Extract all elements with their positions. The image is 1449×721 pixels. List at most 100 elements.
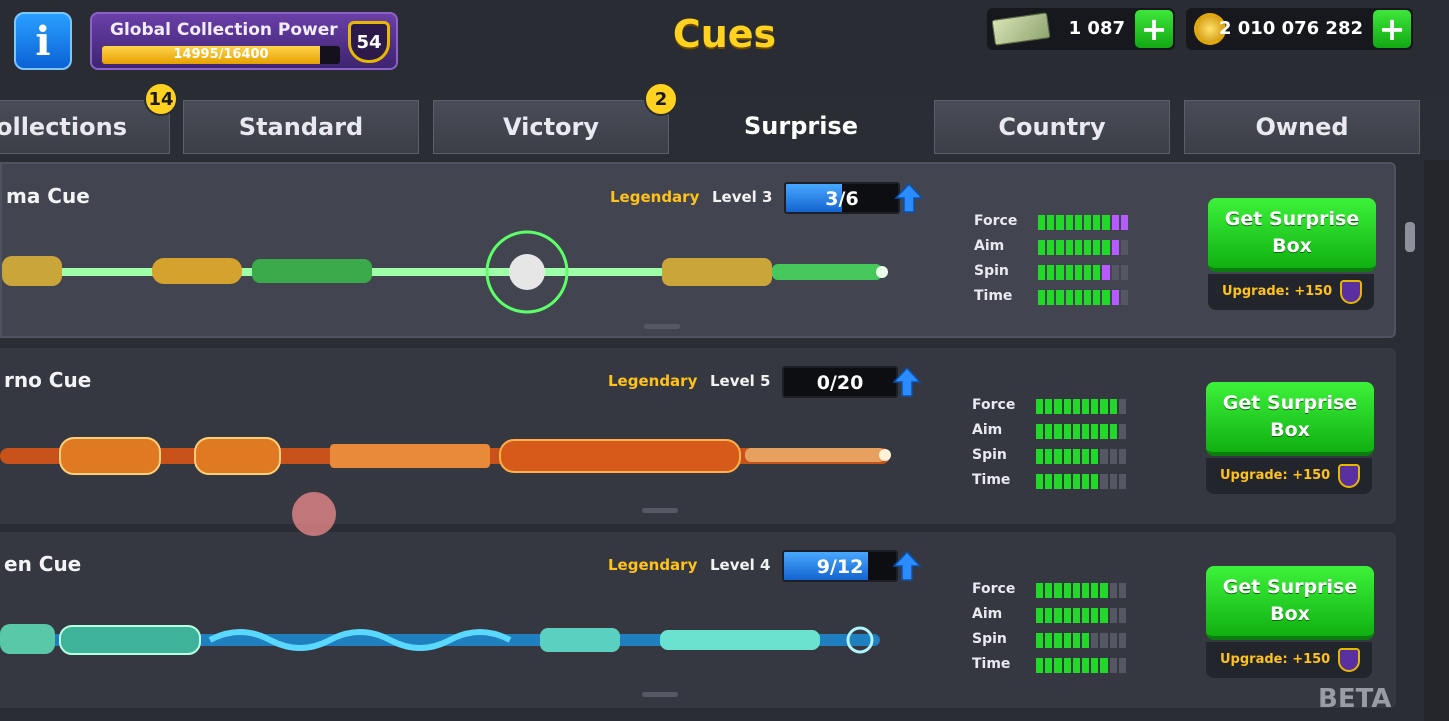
stat-segment xyxy=(1072,399,1081,414)
upgrade-text: Upgrade: +150 xyxy=(1222,284,1333,299)
stat-segment xyxy=(1093,265,1101,280)
stat-segment xyxy=(1072,633,1081,648)
stat-segment xyxy=(1063,608,1071,623)
stat-segment xyxy=(1102,265,1110,280)
stat-segment xyxy=(1120,240,1129,255)
upgrade-text: Upgrade: +150 xyxy=(1220,468,1331,483)
stat-bar xyxy=(1036,608,1127,623)
upgrade-arrow-icon xyxy=(892,366,922,397)
get-surprise-box-button[interactable]: Get Surprise Box xyxy=(1208,198,1376,272)
stat-segment xyxy=(1056,265,1064,280)
stat-segment xyxy=(1100,583,1108,598)
stat-segment xyxy=(1063,658,1071,673)
stat-bar xyxy=(1036,474,1127,489)
stat-segment xyxy=(1109,633,1117,648)
stat-segment xyxy=(1054,399,1062,414)
tab-collections[interactable]: ollections xyxy=(0,100,170,154)
stat-bar xyxy=(1038,240,1129,255)
shield-icon xyxy=(1338,648,1360,672)
add-cash-button[interactable]: + xyxy=(1135,10,1173,48)
stat-segment xyxy=(1072,583,1081,598)
stat-segment xyxy=(1072,474,1081,489)
drag-handle[interactable] xyxy=(642,692,678,697)
tab-surprise[interactable]: Surprise xyxy=(686,96,916,156)
stat-bar xyxy=(1038,215,1129,230)
button-label: Get Surprise Box xyxy=(1222,576,1358,625)
stat-segment xyxy=(1045,399,1053,414)
stat-segment xyxy=(1082,608,1090,623)
stat-segment xyxy=(1109,449,1117,464)
stat-bar xyxy=(1036,449,1127,464)
stat-segment xyxy=(1036,658,1044,673)
stat-segment xyxy=(1063,474,1071,489)
stat-segment xyxy=(1063,583,1071,598)
shield-icon xyxy=(1338,464,1360,488)
badge-value: 14 xyxy=(148,88,174,110)
coins-counter: 2 010 076 282 + xyxy=(1186,8,1413,50)
stat-segment xyxy=(1100,658,1108,673)
stat-bar xyxy=(1036,399,1127,414)
tab-victory[interactable]: Victory xyxy=(433,100,669,154)
plus-icon: + xyxy=(1378,10,1406,48)
cash-icon xyxy=(991,12,1051,46)
stat-segment xyxy=(1102,240,1110,255)
stat-aim: Aim xyxy=(972,603,1142,628)
stat-segment xyxy=(1074,215,1083,230)
tab-country[interactable]: Country xyxy=(934,100,1170,154)
get-surprise-box-button[interactable]: Get Surprise Box xyxy=(1206,382,1374,456)
stat-label: Force xyxy=(972,397,1016,413)
tab-owned[interactable]: Owned xyxy=(1184,100,1420,154)
stat-label: Spin xyxy=(972,631,1007,647)
cue-progress-text: 3/6 xyxy=(825,188,859,210)
upgrade-info: Upgrade: +150 xyxy=(1206,458,1372,494)
cash-counter: 1 087 + xyxy=(987,8,1175,50)
stat-label: Aim xyxy=(972,422,1003,438)
get-surprise-box-button[interactable]: Get Surprise Box xyxy=(1206,566,1374,640)
scroll-track xyxy=(1424,160,1449,721)
stat-segment xyxy=(1111,290,1119,305)
cue-stats: Force Aim Spin Time xyxy=(972,394,1142,494)
cue-row[interactable]: ma Cue Legendary Level 3 3/6 Force Aim S… xyxy=(0,162,1396,338)
stat-segment xyxy=(1045,474,1053,489)
stat-segment xyxy=(1036,424,1044,439)
stat-segment xyxy=(1082,583,1090,598)
stat-segment xyxy=(1100,424,1108,439)
cue-image xyxy=(2,230,888,314)
stat-segment xyxy=(1063,449,1071,464)
stat-segment xyxy=(1065,290,1073,305)
stat-segment xyxy=(1093,215,1101,230)
stat-segment xyxy=(1054,474,1062,489)
scrollbar[interactable] xyxy=(1405,222,1415,252)
stat-segment xyxy=(1082,399,1090,414)
stat-segment xyxy=(1100,449,1108,464)
stat-time: Time xyxy=(972,469,1142,494)
stat-segment xyxy=(1074,240,1083,255)
stat-segment xyxy=(1072,424,1081,439)
add-coins-button[interactable]: + xyxy=(1373,10,1411,48)
tab-standard[interactable]: Standard xyxy=(183,100,419,154)
top-bar: i Global Collection Power 14995/16400 54… xyxy=(0,0,1449,96)
touch-indicator xyxy=(292,492,336,536)
stat-segment xyxy=(1109,424,1117,439)
drag-handle[interactable] xyxy=(644,324,680,329)
stat-bar xyxy=(1038,290,1129,305)
cue-row[interactable]: rno Cue Legendary Level 5 0/20 Force Aim… xyxy=(0,348,1396,524)
cue-rarity: Legendary xyxy=(610,188,700,206)
stat-segment xyxy=(1074,265,1083,280)
stat-segment xyxy=(1082,633,1090,648)
stat-segment xyxy=(1091,424,1099,439)
stat-segment xyxy=(1036,449,1044,464)
stat-segment xyxy=(1038,290,1046,305)
stat-segment xyxy=(1056,215,1064,230)
stat-segment xyxy=(1091,399,1099,414)
stat-segment xyxy=(1109,608,1117,623)
stat-segment xyxy=(1082,449,1090,464)
stat-segment xyxy=(1100,474,1108,489)
drag-handle[interactable] xyxy=(642,508,678,513)
stat-segment xyxy=(1065,240,1073,255)
stat-segment xyxy=(1100,633,1108,648)
cue-progress: 0/20 xyxy=(782,366,898,398)
cue-row[interactable]: en Cue Legendary Level 4 9/12 Force Aim … xyxy=(0,532,1396,708)
stat-bar xyxy=(1036,658,1127,673)
stat-segment xyxy=(1082,424,1090,439)
